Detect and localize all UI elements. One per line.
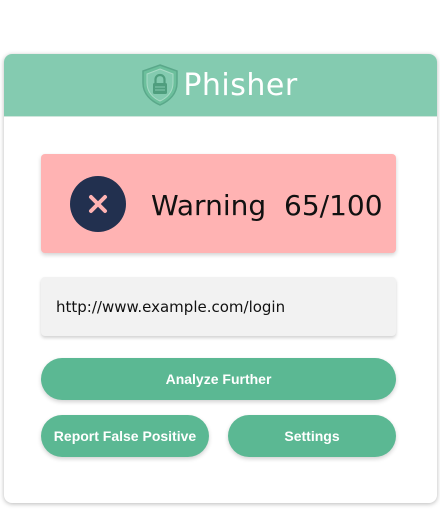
url-display: http://www.example.com/login [41, 277, 396, 336]
popup-card: Phisher Warning 65/100 http://www.exampl… [4, 54, 437, 503]
shield-lock-icon [142, 64, 179, 106]
warning-label: Warning [151, 189, 267, 222]
warning-banner: Warning 65/100 [41, 154, 396, 253]
settings-button[interactable]: Settings [228, 415, 396, 457]
app-header: Phisher [4, 54, 437, 117]
app-title: Phisher [183, 67, 298, 103]
close-icon [70, 176, 126, 232]
risk-score: 65/100 [284, 189, 383, 222]
report-false-positive-button[interactable]: Report False Positive [41, 415, 209, 457]
app-logo: Phisher [139, 63, 297, 107]
analyze-further-button[interactable]: Analyze Further [41, 358, 396, 400]
